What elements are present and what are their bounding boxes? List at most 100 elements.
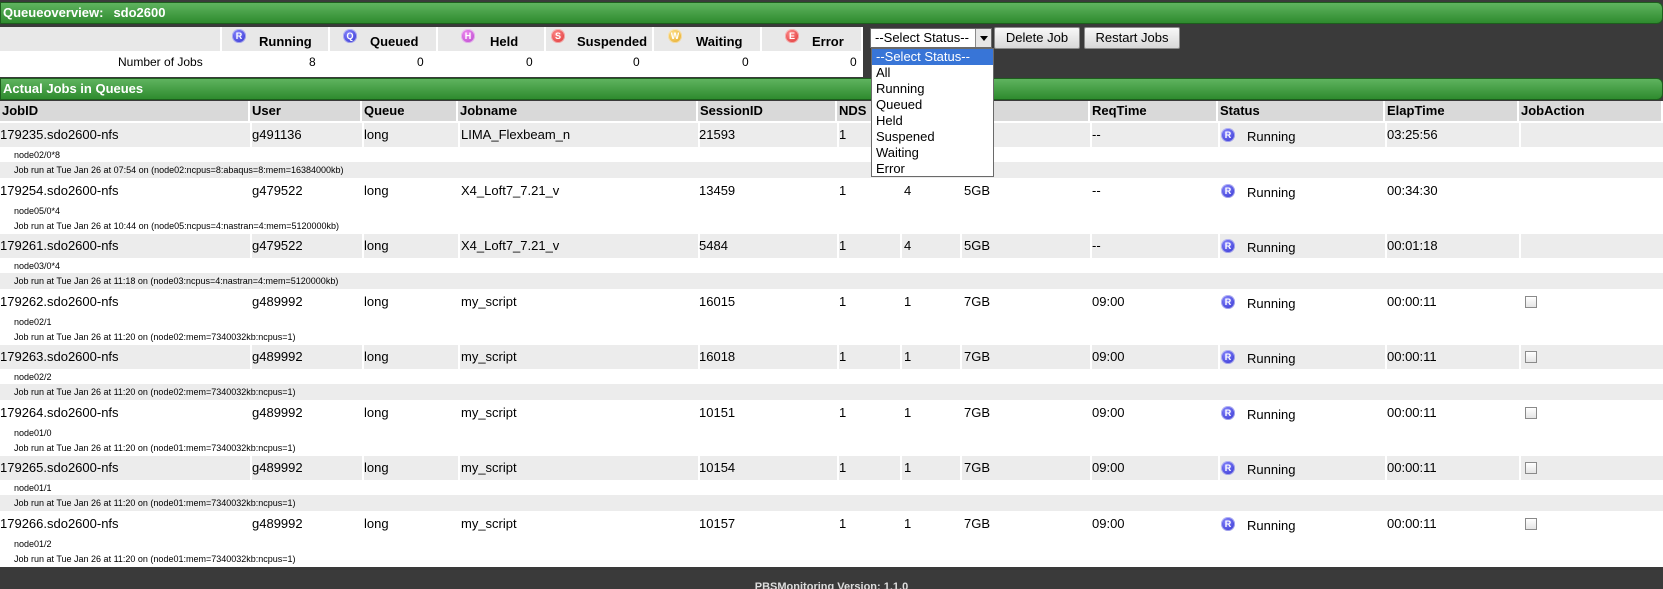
job-name: my_script: [461, 349, 517, 364]
job-mem: 7GB: [964, 460, 991, 475]
job-session-id: 16018: [699, 349, 736, 364]
status-option[interactable]: Running: [872, 81, 993, 97]
jobs-table: JobID User Queue Jobname SessionID NDS M…: [0, 101, 1663, 567]
job-select-checkbox[interactable]: [1525, 351, 1537, 363]
status-summary: R Running Q Queued H Held S Suspended W …: [0, 27, 863, 77]
job-queue: long: [364, 460, 389, 475]
running-status-icon: R: [1221, 516, 1235, 531]
status-option[interactable]: Waiting: [872, 145, 993, 161]
running-status-icon: R: [1221, 461, 1235, 475]
job-queue: long: [364, 515, 389, 531]
column-header-sessionid: SessionID: [698, 101, 837, 121]
job-nds: 1: [839, 182, 847, 198]
running-status-icon: R: [1221, 294, 1235, 309]
job-user: g489992: [252, 349, 303, 364]
status-option[interactable]: --Select Status--: [872, 49, 993, 65]
summary-label: Queued: [370, 34, 419, 49]
job-reqtime: --: [1092, 182, 1101, 198]
job-select-checkbox[interactable]: [1525, 406, 1537, 419]
table-row: 179264.sdo2600-nfs g489992 long my_script 10…: [0, 400, 1663, 456]
job-node: node02/1: [14, 316, 52, 327]
restart-jobs-button[interactable]: Restart Jobs: [1084, 27, 1180, 49]
job-status: Running: [1247, 406, 1296, 422]
job-status: Running: [1247, 129, 1296, 144]
column-header-jobid: JobID: [0, 101, 250, 121]
job-name: LIMA_Flexbeam_n: [461, 127, 571, 142]
job-nds: 1: [839, 404, 847, 420]
delete-job-button[interactable]: Delete Job: [994, 27, 1080, 49]
job-detail: Job run at Tue Jan 26 at 11:18 on (node0…: [14, 276, 339, 286]
job-user: g489992: [252, 515, 303, 531]
job-mem: 7GB: [964, 349, 991, 364]
table-row: 179263.sdo2600-nfs g489992 long my_script 16…: [0, 345, 1663, 400]
running-status-icon: R: [1221, 183, 1235, 198]
actual-jobs-title: Actual Jobs in Queues: [3, 81, 144, 96]
job-name: my_script: [461, 515, 517, 531]
table-row: 179262.sdo2600-nfs g489992 long my_script 16…: [0, 289, 1663, 345]
job-reqtime: --: [1092, 127, 1101, 142]
job-user: g489992: [252, 460, 303, 475]
job-nds: 1: [839, 238, 847, 253]
job-elaptime: 00:00:11: [1387, 460, 1437, 475]
job-session-id: 13459: [699, 182, 736, 198]
job-id: 179264.sdo2600-nfs: [0, 404, 119, 420]
job-queue: long: [364, 349, 389, 364]
status-select[interactable]: --Select Status--: [870, 28, 992, 48]
job-id: 179235.sdo2600-nfs: [0, 127, 119, 142]
job-detail: Job run at Tue Jan 26 at 10:44 on (node0…: [14, 220, 339, 231]
job-select-checkbox[interactable]: [1525, 295, 1537, 308]
job-user: g489992: [252, 293, 303, 309]
status-option[interactable]: Suspened: [872, 129, 993, 145]
job-select-checkbox[interactable]: [1525, 517, 1537, 530]
count-running: 8: [309, 55, 316, 69]
job-session-id: 10154: [699, 460, 736, 475]
job-status: Running: [1247, 517, 1296, 533]
column-header-queue: Queue: [362, 101, 458, 121]
status-option[interactable]: Error: [872, 161, 993, 177]
chevron-down-icon[interactable]: [975, 29, 991, 47]
job-id: 179263.sdo2600-nfs: [0, 349, 119, 364]
job-mem: 5GB: [964, 182, 991, 198]
job-session-id: 10151: [699, 404, 736, 420]
column-header-user: User: [250, 101, 362, 121]
column-header-elaptime: ElapTime: [1385, 101, 1519, 121]
job-name: my_script: [461, 460, 517, 475]
number-of-jobs-label: Number of Jobs: [118, 55, 203, 69]
job-mem: 5GB: [964, 238, 991, 253]
summary-head-held: H Held: [438, 27, 546, 51]
job-elaptime: 00:00:11: [1387, 349, 1437, 364]
running-status-icon: R: [1221, 405, 1235, 420]
job-id: 179254.sdo2600-nfs: [0, 182, 119, 198]
job-status: Running: [1247, 184, 1296, 200]
job-node: node05/0*4: [14, 205, 61, 216]
status-option[interactable]: Queued: [872, 97, 993, 113]
job-tasks: 1: [904, 293, 912, 309]
table-row: 179266.sdo2600-nfs g489992 long my_script 10…: [0, 511, 1663, 567]
job-detail: Job run at Tue Jan 26 at 11:20 on (node0…: [14, 553, 296, 564]
job-tasks: 4: [904, 182, 912, 198]
status-option[interactable]: All: [872, 65, 993, 81]
job-select-checkbox[interactable]: [1525, 462, 1537, 474]
job-session-id: 21593: [699, 127, 736, 142]
job-detail: Job run at Tue Jan 26 at 11:20 on (node0…: [14, 331, 296, 342]
running-status-icon: R: [232, 29, 246, 43]
status-option[interactable]: Held: [872, 113, 993, 129]
count-queued: 0: [417, 55, 424, 69]
job-name: my_script: [461, 404, 517, 420]
job-queue: long: [364, 182, 389, 198]
column-header-reqtime: ReqTime: [1090, 101, 1218, 121]
job-tasks: 1: [904, 515, 912, 531]
job-id: 179265.sdo2600-nfs: [0, 460, 119, 475]
job-session-id: 5484: [699, 238, 728, 253]
count-error: 0: [850, 55, 857, 69]
job-nds: 1: [839, 515, 847, 531]
running-status-icon: R: [1221, 128, 1235, 142]
job-elaptime: 00:00:11: [1387, 404, 1437, 420]
footer: PBSMonitoring Version: 1.1.0: [0, 567, 1663, 589]
job-user: g479522: [252, 182, 303, 198]
job-mem: 7GB: [964, 404, 991, 420]
job-reqtime: 09:00: [1092, 404, 1125, 420]
job-status: Running: [1247, 295, 1296, 311]
job-user: g479522: [252, 238, 303, 253]
running-status-icon: R: [1221, 239, 1235, 253]
